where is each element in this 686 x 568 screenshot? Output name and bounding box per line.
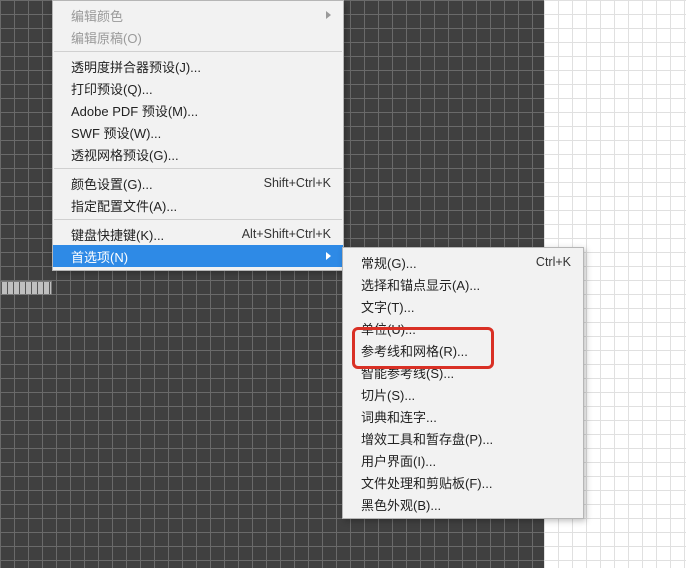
- menu2-item-4[interactable]: 参考线和网格(R)...: [343, 339, 583, 361]
- canvas-area: 编辑颜色编辑原稿(O) 透明度拼合器预设(J)... 打印预设(Q)... Adobe…: [0, 0, 686, 568]
- menu2-item-5[interactable]: 智能参考线(S)...: [343, 361, 583, 383]
- menu-item-shortcut: Shift+Ctrl+K: [264, 176, 331, 190]
- menu-item-label: 键盘快捷键(K)...: [71, 225, 242, 244]
- submenu-arrow-icon: [326, 252, 331, 260]
- menu-item-label: 编辑原稿(O): [71, 28, 331, 47]
- menu1-item-12[interactable]: 键盘快捷键(K)...Alt+Shift+Ctrl+K: [53, 223, 343, 245]
- menu-item-label: 用户界面(I)...: [361, 451, 571, 470]
- menu-separator: [54, 51, 342, 52]
- menu2-item-11[interactable]: 黑色外观(B)...: [343, 493, 583, 515]
- menu-item-label: 增效工具和暂存盘(P)...: [361, 429, 571, 448]
- menu-item-label: 单位(U)...: [361, 319, 571, 338]
- menu1-item-1: 编辑原稿(O): [53, 26, 343, 48]
- menu-item-label: 切片(S)...: [361, 385, 571, 404]
- menu-item-label: Adobe PDF 预设(M)...: [71, 101, 331, 120]
- menu2-item-1[interactable]: 选择和锚点显示(A)...: [343, 273, 583, 295]
- menu2-item-7[interactable]: 词典和连字...: [343, 405, 583, 427]
- menu-item-label: 打印预设(Q)...: [71, 79, 331, 98]
- menu-item-label: 首选项(N): [71, 247, 320, 266]
- menu2-item-8[interactable]: 增效工具和暂存盘(P)...: [343, 427, 583, 449]
- menu-item-label: 文件处理和剪贴板(F)...: [361, 473, 571, 492]
- menu-item-label: 智能参考线(S)...: [361, 363, 571, 382]
- menu-item-label: 词典和连字...: [361, 407, 571, 426]
- menu-item-label: 黑色外观(B)...: [361, 495, 571, 514]
- menu1-item-13[interactable]: 首选项(N): [53, 245, 343, 267]
- menu2-item-10[interactable]: 文件处理和剪贴板(F)...: [343, 471, 583, 493]
- menu1-item-9[interactable]: 颜色设置(G)...Shift+Ctrl+K: [53, 172, 343, 194]
- menu-item-shortcut: Alt+Shift+Ctrl+K: [242, 227, 331, 241]
- menu-item-label: 选择和锚点显示(A)...: [361, 275, 571, 294]
- menu-separator: [54, 219, 342, 220]
- menu-item-label: SWF 预设(W)...: [71, 123, 331, 142]
- ruler-segment: [0, 281, 52, 295]
- menu-item-label: 透明度拼合器预设(J)...: [71, 57, 331, 76]
- menu-item-label: 透视网格预设(G)...: [71, 145, 331, 164]
- menu1-item-3[interactable]: 透明度拼合器预设(J)...: [53, 55, 343, 77]
- menu1-item-4[interactable]: 打印预设(Q)...: [53, 77, 343, 99]
- menu1-item-6[interactable]: SWF 预设(W)...: [53, 121, 343, 143]
- edit-menu[interactable]: 编辑颜色编辑原稿(O) 透明度拼合器预设(J)... 打印预设(Q)... Adobe…: [52, 0, 344, 271]
- menu-item-label: 编辑颜色: [71, 6, 320, 25]
- menu-separator: [54, 168, 342, 169]
- menu-item-label: 文字(T)...: [361, 297, 571, 316]
- preferences-submenu[interactable]: 常规(G)...Ctrl+K 选择和锚点显示(A)... 文字(T)... 单位(U)…: [342, 247, 584, 519]
- menu-item-label: 指定配置文件(A)...: [71, 196, 331, 215]
- menu2-item-0[interactable]: 常规(G)...Ctrl+K: [343, 251, 583, 273]
- menu1-item-10[interactable]: 指定配置文件(A)...: [53, 194, 343, 216]
- menu-item-label: 参考线和网格(R)...: [361, 341, 571, 360]
- menu1-item-7[interactable]: 透视网格预设(G)...: [53, 143, 343, 165]
- submenu-arrow-icon: [326, 11, 331, 19]
- menu2-item-2[interactable]: 文字(T)...: [343, 295, 583, 317]
- menu-item-label: 常规(G)...: [361, 253, 536, 272]
- menu-item-label: 颜色设置(G)...: [71, 174, 264, 193]
- menu2-item-3[interactable]: 单位(U)...: [343, 317, 583, 339]
- menu2-item-9[interactable]: 用户界面(I)...: [343, 449, 583, 471]
- menu-item-shortcut: Ctrl+K: [536, 255, 571, 269]
- menu1-item-0: 编辑颜色: [53, 4, 343, 26]
- menu1-item-5[interactable]: Adobe PDF 预设(M)...: [53, 99, 343, 121]
- menu2-item-6[interactable]: 切片(S)...: [343, 383, 583, 405]
